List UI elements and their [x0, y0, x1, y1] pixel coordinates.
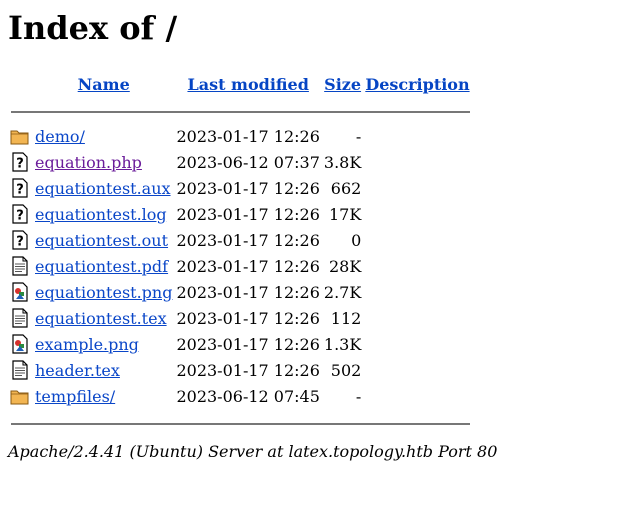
file-link[interactable]: tempfiles/: [35, 387, 115, 406]
description-cell: [364, 228, 470, 252]
size-cell: 28K: [329, 256, 362, 276]
description-cell: [364, 306, 470, 330]
folder-icon: [10, 384, 32, 408]
name-cell: example.png: [34, 332, 173, 356]
last-modified-cell: 2023-06-12 07:45: [176, 386, 320, 406]
svg-text:?: ?: [16, 209, 24, 224]
name-cell: equationtest.tex: [34, 306, 173, 330]
table-row: ? equationtest.aux 2023-01-17 12:26 662: [10, 176, 471, 200]
header-row: Name Last modified Size Description: [10, 72, 471, 96]
name-column-header: Name: [34, 72, 173, 96]
sort-by-size-link[interactable]: Size: [324, 75, 361, 94]
description-cell: [364, 124, 470, 148]
table-row: demo/2023-01-17 12:26 -: [10, 124, 471, 148]
size-cell: 1.3K: [323, 334, 362, 354]
last-modified-cell: 2023-01-17 12:26: [176, 204, 320, 224]
file-link[interactable]: demo/: [35, 127, 85, 146]
image-file-icon: [10, 280, 32, 304]
name-cell: equationtest.pdf: [34, 254, 173, 278]
image-file-icon: [10, 332, 32, 356]
name-cell: equationtest.aux: [34, 176, 173, 200]
description-cell: [364, 384, 470, 408]
text-file-icon: [10, 306, 32, 330]
directory-listing-page: Index of / Name Last modified Size Descr…: [0, 0, 634, 461]
file-listing-table: Name Last modified Size Description demo…: [8, 70, 473, 436]
file-link[interactable]: header.tex: [35, 361, 120, 380]
name-cell: equationtest.out: [34, 228, 173, 252]
file-link[interactable]: equation.php: [35, 153, 142, 172]
last-modified-cell: 2023-01-17 12:26: [176, 126, 320, 146]
description-cell: [364, 332, 470, 356]
size-cell: 0: [351, 230, 362, 250]
table-row: example.png 2023-01-17 12:26 1.3K: [10, 332, 471, 356]
sort-by-description-link[interactable]: Description: [365, 75, 469, 94]
unknown-file-icon: ?: [10, 202, 32, 226]
description-cell: [364, 358, 470, 382]
file-rows: demo/2023-01-17 12:26 - ? equation.php 2023…: [10, 124, 471, 408]
size-cell: 17K: [329, 204, 362, 224]
svg-text:?: ?: [16, 157, 24, 172]
size-cell: 112: [330, 308, 362, 328]
table-row: ? equation.php 2023-06-12 07:37 3.8K: [10, 150, 471, 174]
table-row: equationtest.png 2023-01-17 12:26 2.7K: [10, 280, 471, 304]
size-cell: 502: [330, 360, 362, 380]
svg-text:?: ?: [16, 235, 24, 250]
size-cell: -: [355, 386, 362, 406]
last-modified-cell: 2023-01-17 12:26: [176, 360, 320, 380]
description-cell: [364, 254, 470, 278]
text-file-icon: [10, 254, 32, 278]
description-column-header: Description: [364, 72, 470, 96]
footer-divider: [10, 410, 471, 434]
name-cell: demo/: [34, 124, 173, 148]
file-link[interactable]: equationtest.log: [35, 205, 167, 224]
sort-by-last-modified-link[interactable]: Last modified: [187, 75, 308, 94]
icon-column-header: [10, 72, 32, 96]
name-cell: header.tex: [34, 358, 173, 382]
size-cell: 3.8K: [323, 152, 362, 172]
last-modified-cell: 2023-01-17 12:26: [176, 334, 320, 354]
size-cell: 662: [330, 178, 362, 198]
table-row: header.tex 2023-01-17 12:26 502: [10, 358, 471, 382]
svg-text:?: ?: [16, 183, 24, 198]
last-modified-column-header: Last modified: [175, 72, 320, 96]
size-cell: 2.7K: [323, 282, 362, 302]
name-cell: equationtest.log: [34, 202, 173, 226]
file-link[interactable]: equationtest.aux: [35, 179, 171, 198]
folder-icon: [10, 124, 32, 148]
sort-by-name-link[interactable]: Name: [78, 75, 130, 94]
last-modified-cell: 2023-01-17 12:26: [176, 230, 320, 250]
description-cell: [364, 202, 470, 226]
description-cell: [364, 280, 470, 304]
name-cell: equationtest.png: [34, 280, 173, 304]
server-signature: Apache/2.4.41 (Ubuntu) Server at latex.t…: [8, 442, 498, 461]
size-cell: -: [355, 126, 362, 146]
table-row: ? equationtest.log 2023-01-17 12:26 17K: [10, 202, 471, 226]
description-cell: [364, 150, 470, 174]
file-link[interactable]: example.png: [35, 335, 139, 354]
name-cell: tempfiles/: [34, 384, 173, 408]
table-row: equationtest.pdf 2023-01-17 12:26 28K: [10, 254, 471, 278]
file-link[interactable]: equationtest.png: [35, 283, 172, 302]
table-row: equationtest.tex 2023-01-17 12:26 112: [10, 306, 471, 330]
header-divider: [10, 98, 471, 122]
size-column-header: Size: [323, 72, 362, 96]
last-modified-cell: 2023-01-17 12:26: [176, 282, 320, 302]
text-file-icon: [10, 358, 32, 382]
unknown-file-icon: ?: [10, 228, 32, 252]
unknown-file-icon: ?: [10, 150, 32, 174]
name-cell: equation.php: [34, 150, 173, 174]
last-modified-cell: 2023-01-17 12:26: [176, 256, 320, 276]
last-modified-cell: 2023-01-17 12:26: [176, 308, 320, 328]
file-link[interactable]: equationtest.pdf: [35, 257, 168, 276]
description-cell: [364, 176, 470, 200]
last-modified-cell: 2023-06-12 07:37: [176, 152, 320, 172]
page-title: Index of /: [8, 9, 178, 47]
last-modified-cell: 2023-01-17 12:26: [176, 178, 320, 198]
table-row: ? equationtest.out 2023-01-17 12:26 0: [10, 228, 471, 252]
table-row: tempfiles/2023-06-12 07:45 -: [10, 384, 471, 408]
file-link[interactable]: equationtest.tex: [35, 309, 167, 328]
file-link[interactable]: equationtest.out: [35, 231, 168, 250]
unknown-file-icon: ?: [10, 176, 32, 200]
